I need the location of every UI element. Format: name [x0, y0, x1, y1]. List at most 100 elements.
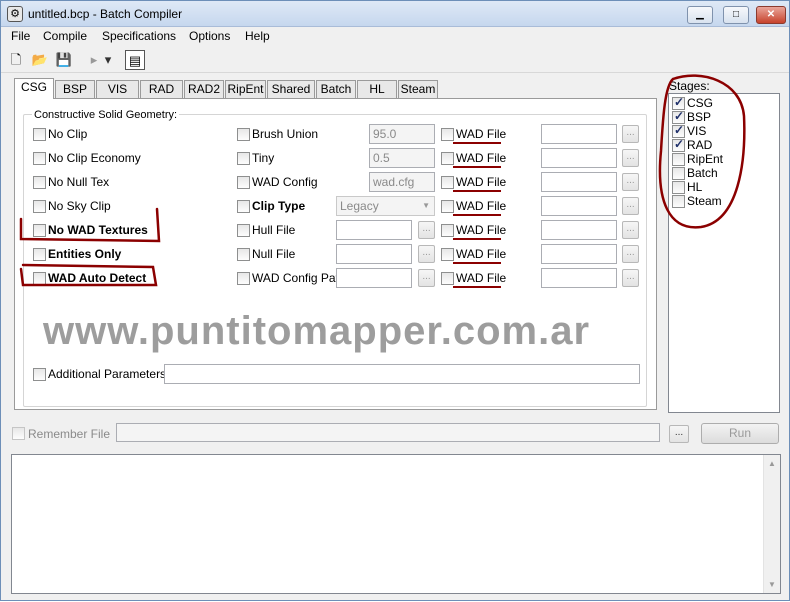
tab-rad2[interactable]: RAD2 [184, 80, 224, 99]
stage-bsp-label: BSP [687, 110, 712, 124]
additional-parameters-label: Additional Parameters [48, 367, 167, 381]
wad-file-6-browse-button[interactable]: ... [622, 245, 639, 263]
wad-file-6-input[interactable] [541, 244, 617, 264]
wad-file-3-input[interactable] [541, 172, 617, 192]
scroll-down-icon[interactable]: ▼ [764, 576, 780, 593]
no-clip-economy-checkbox[interactable] [33, 152, 46, 165]
wad-file-4-checkbox[interactable] [441, 200, 454, 213]
menu-specifications[interactable]: Specifications [102, 29, 176, 43]
scroll-up-icon[interactable]: ▲ [764, 455, 780, 472]
wad-config-path-browse-button[interactable]: ... [418, 269, 435, 287]
window-title: untitled.bcp - Batch Compiler [28, 7, 183, 21]
entities-only-label: Entities Only [48, 247, 122, 261]
wad-file-1-browse-button[interactable]: ... [622, 125, 639, 143]
title-bar[interactable]: ⚙ untitled.bcp - Batch Compiler ▁ □ ✕ [1, 1, 789, 27]
wad-file-7-input[interactable] [541, 268, 617, 288]
wad-file-5-browse-button[interactable]: ... [622, 221, 639, 239]
null-file-browse-button[interactable]: ... [418, 245, 435, 263]
brush-union-checkbox[interactable] [237, 128, 250, 141]
wad-config-label: WAD Config [252, 175, 318, 189]
stage-batch-checkbox[interactable] [672, 167, 685, 180]
brush-union-label: Brush Union [252, 127, 319, 141]
null-file-input[interactable] [336, 244, 412, 264]
open-file-icon[interactable]: 📂 [30, 50, 50, 70]
tab-hl[interactable]: HL [357, 80, 397, 99]
hull-file-browse-button[interactable]: ... [418, 221, 435, 239]
no-wad-textures-checkbox[interactable] [33, 224, 46, 237]
additional-parameters-input[interactable] [164, 364, 640, 384]
brush-union-input[interactable]: 95.0 [369, 124, 435, 144]
minimize-button[interactable]: ▁ [687, 6, 713, 24]
run-icon[interactable]: ▸ [84, 50, 104, 70]
wad-file-6-checkbox[interactable] [441, 248, 454, 261]
wad-file-3-label: WAD File [456, 175, 507, 189]
tab-batch[interactable]: Batch [316, 80, 356, 99]
tab-rad[interactable]: RAD [140, 80, 183, 99]
close-button[interactable]: ✕ [756, 6, 786, 24]
wad-file-7-checkbox[interactable] [441, 272, 454, 285]
stage-hl-checkbox[interactable] [672, 181, 685, 194]
tab-steam[interactable]: Steam [398, 80, 438, 99]
wad-file-5-checkbox[interactable] [441, 224, 454, 237]
maximize-button[interactable]: □ [723, 6, 749, 24]
entities-only-checkbox[interactable] [33, 248, 46, 261]
clip-type-select[interactable]: Legacy ▼ [336, 196, 435, 216]
wad-auto-detect-checkbox[interactable] [33, 272, 46, 285]
wad-file-3-browse-button[interactable]: ... [622, 173, 639, 191]
tab-shared[interactable]: Shared [267, 80, 315, 99]
wad-file-2-browse-button[interactable]: ... [622, 149, 639, 167]
no-clip-economy-label: No Clip Economy [48, 151, 141, 165]
additional-parameters-checkbox[interactable] [33, 368, 46, 381]
wad-file-2-checkbox[interactable] [441, 152, 454, 165]
wad-config-input[interactable]: wad.cfg [369, 172, 435, 192]
no-sky-clip-checkbox[interactable] [33, 200, 46, 213]
remember-file-input[interactable] [116, 423, 660, 442]
wad-config-path-checkbox[interactable] [237, 272, 250, 285]
wad-file-5-input[interactable] [541, 220, 617, 240]
hull-file-checkbox[interactable] [237, 224, 250, 237]
run-button[interactable]: Run [701, 423, 779, 444]
hull-file-input[interactable] [336, 220, 412, 240]
menu-compile[interactable]: Compile [43, 29, 87, 43]
tab-ripent[interactable]: RipEnt [225, 80, 266, 99]
menu-help[interactable]: Help [245, 29, 270, 43]
wad-file-4-input[interactable] [541, 196, 617, 216]
remember-file-checkbox[interactable] [12, 427, 25, 440]
stage-steam-checkbox[interactable] [672, 195, 685, 208]
stage-ripent-checkbox[interactable] [672, 153, 685, 166]
remember-file-browse-button[interactable]: ... [669, 425, 689, 443]
run-dropdown-icon[interactable]: ▾ [102, 50, 114, 70]
wad-file-7-browse-button[interactable]: ... [622, 269, 639, 287]
tiny-input[interactable]: 0.5 [369, 148, 435, 168]
menu-options[interactable]: Options [189, 29, 230, 43]
clip-type-value: Legacy [340, 199, 379, 213]
wad-file-1-checkbox[interactable] [441, 128, 454, 141]
stage-rad-checkbox[interactable] [672, 137, 685, 152]
output-log[interactable]: ▲ ▼ [11, 454, 781, 594]
wad-file-2-input[interactable] [541, 148, 617, 168]
no-clip-checkbox[interactable] [33, 128, 46, 141]
wad-config-checkbox[interactable] [237, 176, 250, 189]
properties-icon[interactable]: ▤ [125, 50, 145, 70]
no-null-tex-checkbox[interactable] [33, 176, 46, 189]
menu-file[interactable]: File [11, 29, 30, 43]
wad-file-1-input[interactable] [541, 124, 617, 144]
watermark: www.puntitomapper.com.ar [43, 309, 591, 353]
wad-config-path-input[interactable] [336, 268, 412, 288]
batch-compiler-window: ⚙ untitled.bcp - Batch Compiler ▁ □ ✕ Fi… [0, 0, 790, 601]
no-sky-clip-label: No Sky Clip [48, 199, 111, 213]
tiny-checkbox[interactable] [237, 152, 250, 165]
chevron-down-icon: ▼ [422, 201, 430, 210]
wad-file-2-label: WAD File [456, 151, 507, 165]
tab-vis[interactable]: VIS [96, 80, 139, 99]
new-file-icon[interactable]: 🗋 [6, 50, 26, 70]
wad-file-3-checkbox[interactable] [441, 176, 454, 189]
clip-type-checkbox[interactable] [237, 200, 250, 213]
output-scrollbar[interactable]: ▲ ▼ [763, 455, 780, 593]
tab-csg[interactable]: CSG [14, 78, 54, 99]
group-title: Constructive Solid Geometry: [32, 109, 180, 121]
save-file-icon[interactable]: 💾 [54, 50, 74, 70]
tab-bsp[interactable]: BSP [55, 80, 95, 99]
null-file-checkbox[interactable] [237, 248, 250, 261]
wad-file-4-browse-button[interactable]: ... [622, 197, 639, 215]
